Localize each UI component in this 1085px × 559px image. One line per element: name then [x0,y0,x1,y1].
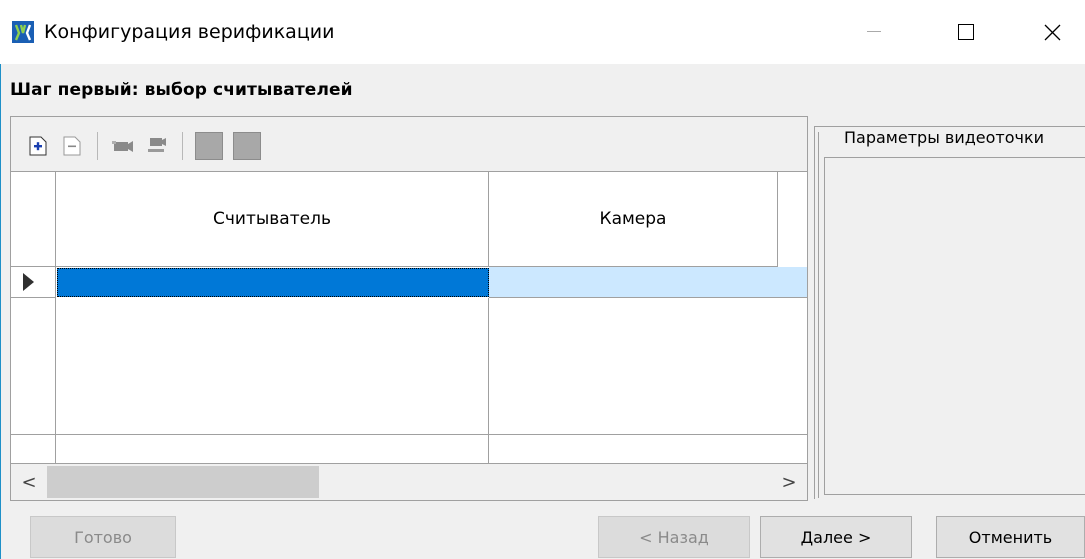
camera-link-button[interactable] [144,133,170,159]
horizontal-scrollbar[interactable]: < > [11,463,807,500]
column-header-camera[interactable]: Камера [489,172,778,267]
grid-line [777,172,778,267]
grey-tool-button[interactable] [233,132,261,160]
grid-line [55,435,56,463]
row-selector-header [11,172,56,267]
step-title: Шаг первый: выбор считывателей [10,80,353,100]
done-button[interactable]: Готово [30,516,176,558]
current-row-arrow-icon [23,273,34,291]
row-selector[interactable] [11,267,56,298]
minimize-icon [867,31,881,32]
window-title: Конфигурация верификации [44,21,335,43]
grid-footer-line [11,434,807,435]
next-button[interactable]: Далее > [760,516,912,558]
reader-cell[interactable] [57,268,489,297]
camera-cell[interactable] [489,267,807,298]
grey-tool-button[interactable] [195,132,223,160]
video-params-panel [824,157,1085,495]
remove-row-icon [63,136,81,156]
grid-toolbar [11,117,807,172]
add-row-icon [29,136,47,156]
scroll-left-button[interactable]: < [11,464,47,500]
camera-link-icon [148,138,166,152]
camera-button[interactable] [110,133,136,159]
window-edge [0,0,1,559]
row-selector-column [11,298,56,434]
toolbar-separator [182,132,183,160]
video-params-title: Параметры видеоточки [842,128,1047,147]
scroll-right-button[interactable]: > [771,464,807,500]
scroll-thumb[interactable] [47,466,319,498]
add-row-button[interactable] [25,133,51,159]
column-header-reader[interactable]: Считыватель [56,172,489,267]
back-button[interactable]: < Назад [598,516,750,558]
grid-line [488,298,489,463]
app-logo-icon [12,21,34,43]
minimize-button[interactable] [852,14,896,50]
video-params-group: Параметры видеоточки [814,116,1085,499]
toolbar-separator [97,132,98,160]
camera-icon [112,141,133,152]
close-icon [1044,24,1060,40]
remove-row-button[interactable] [59,133,85,159]
maximize-button[interactable] [944,14,988,50]
maximize-icon [958,24,974,40]
readers-grid: Считыватель Камера < > [10,116,808,501]
cancel-button[interactable]: Отменить [936,516,1085,558]
title-bar: Конфигурация верификации [0,0,1085,64]
close-button[interactable] [1030,14,1074,50]
